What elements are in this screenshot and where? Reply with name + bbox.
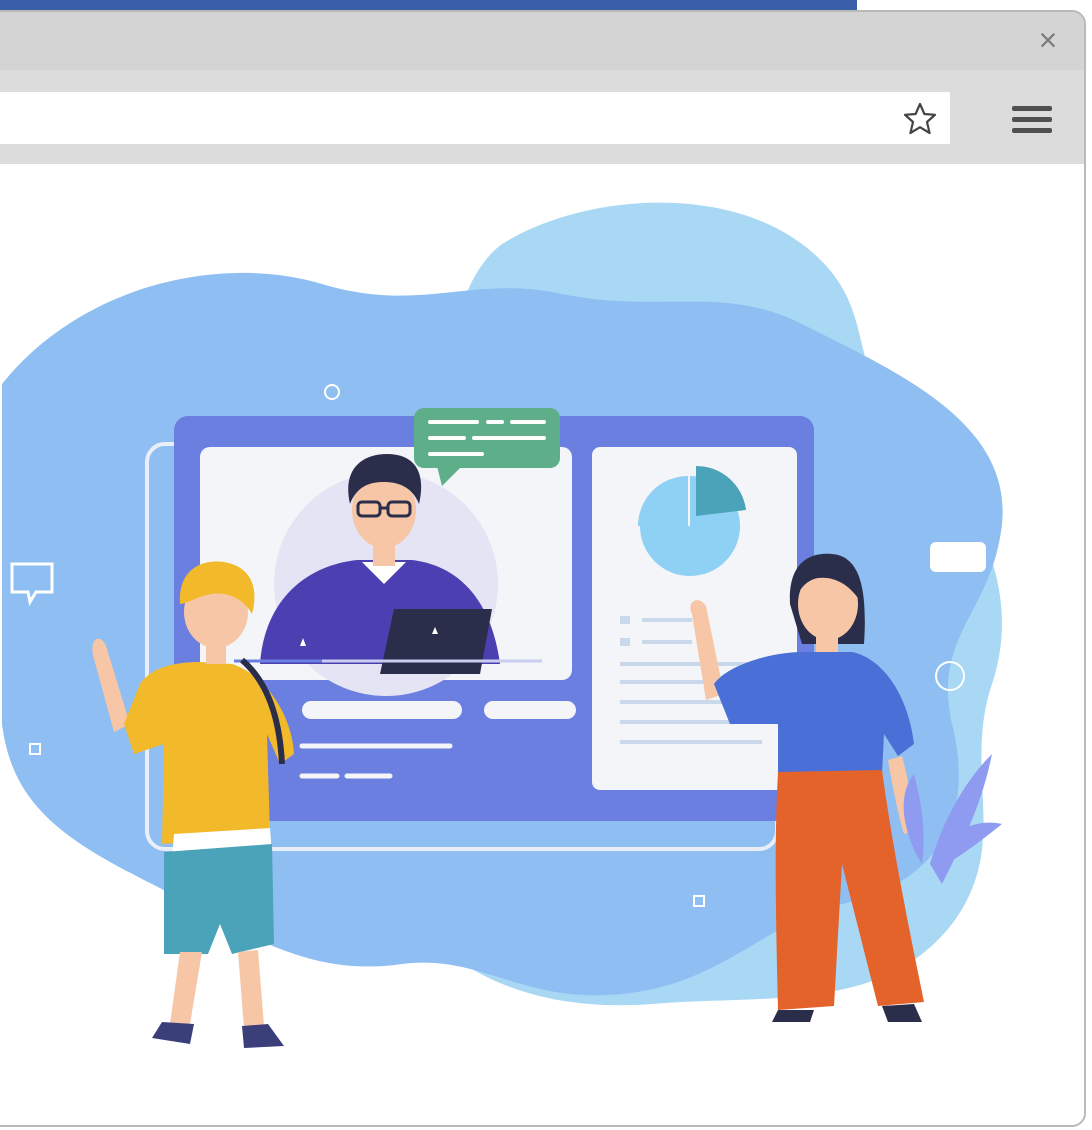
- close-icon: ×: [1038, 22, 1058, 58]
- hamburger-line: [1012, 128, 1052, 133]
- teacher-laptop: [380, 609, 492, 674]
- page-content: [0, 164, 1084, 1125]
- hamburger-menu-icon: [1012, 106, 1052, 111]
- top-accent-strip: [0, 0, 857, 10]
- address-bar[interactable]: [0, 92, 950, 144]
- bookmark-star-button[interactable]: [902, 101, 938, 137]
- text-bar: [484, 701, 576, 719]
- menu-button[interactable]: [1012, 106, 1052, 136]
- title-bar: ×: [0, 12, 1084, 70]
- online-learning-illustration: [2, 202, 1003, 1048]
- browser-window: ×: [0, 10, 1086, 1127]
- hamburger-line: [1012, 117, 1052, 122]
- close-button[interactable]: ×: [1030, 22, 1066, 58]
- star-icon: [903, 102, 937, 135]
- deco-chat-card: [930, 542, 986, 572]
- toolbar: [0, 70, 1084, 164]
- text-bar: [302, 701, 462, 719]
